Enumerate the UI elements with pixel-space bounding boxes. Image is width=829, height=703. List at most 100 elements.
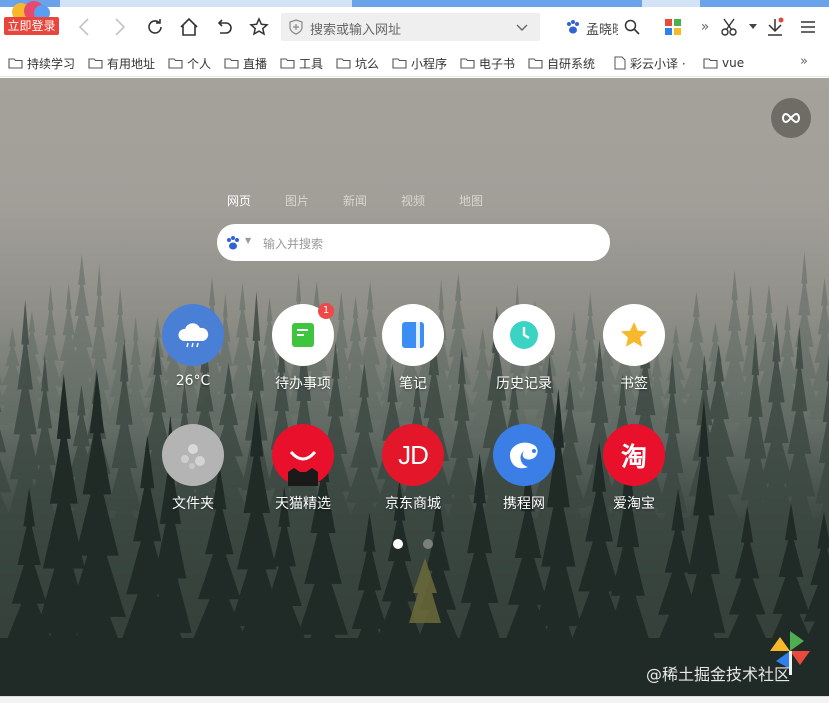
quick-access-tile[interactable]: 1 待办事项: [258, 303, 348, 393]
folder-icon: [528, 57, 547, 69]
chevron-down-icon[interactable]: [516, 21, 528, 36]
jd-logo-text: JD: [398, 439, 429, 470]
search-icon[interactable]: [620, 15, 644, 39]
search-category-tabs: 网页 图片 新闻 视频 地图: [227, 192, 517, 209]
tile-label: 26°C: [175, 373, 211, 389]
search-placeholder: 输入并搜索: [263, 237, 324, 251]
bookmark-label: 持续学习: [27, 56, 76, 71]
star-bookmark-icon[interactable]: [247, 15, 271, 39]
login-button[interactable]: 立即登录: [4, 17, 59, 35]
home-icon[interactable]: [177, 15, 201, 39]
star-icon[interactable]: [603, 304, 665, 366]
address-placeholder: 搜索或输入网址: [310, 23, 402, 38]
infinity-menu-button[interactable]: [771, 98, 811, 138]
bookmark-item[interactable]: 持续学习: [8, 55, 75, 71]
address-bar[interactable]: 搜索或输入网址: [281, 13, 540, 41]
undo-icon[interactable]: [212, 15, 236, 39]
bookmark-label: 工具: [299, 56, 324, 71]
top-accent-strip: [0, 0, 829, 7]
back-icon[interactable]: [72, 15, 96, 39]
clock-icon[interactable]: [493, 304, 555, 366]
search-tab[interactable]: 视频: [401, 192, 459, 209]
page-icon: [614, 56, 630, 70]
taobao-icon[interactable]: 淘: [603, 424, 665, 486]
refresh-icon[interactable]: [143, 15, 167, 39]
folder-icon: [460, 57, 479, 69]
bookmark-item[interactable]: vue: [703, 55, 744, 71]
search-tab[interactable]: 图片: [285, 192, 343, 209]
tile-label: 京东商城: [385, 496, 441, 512]
status-bar: [0, 696, 829, 703]
bookmark-item[interactable]: 电子书: [460, 55, 515, 71]
bookmark-item[interactable]: 自研系统: [528, 55, 595, 71]
notification-badge: 1: [318, 303, 334, 319]
more-extensions-icon[interactable]: »: [693, 15, 717, 39]
quick-access-tile[interactable]: 书签: [589, 304, 679, 393]
tile-label: 历史记录: [496, 376, 552, 392]
weather-cloud-icon[interactable]: [162, 304, 224, 366]
folder-icon: [280, 57, 299, 69]
baidu-paw-icon: [565, 19, 581, 39]
chevron-down-small-icon[interactable]: [741, 15, 765, 39]
bookmark-label: 直播: [243, 56, 268, 71]
accent-segment: [352, 0, 642, 7]
menu-icon[interactable]: [796, 15, 820, 39]
shield-icon: [289, 19, 303, 39]
folder-grey-icon[interactable]: [162, 424, 224, 486]
forward-icon[interactable]: [108, 15, 132, 39]
quick-access-tile[interactable]: 文件夹: [148, 424, 238, 513]
ctrip-icon[interactable]: [493, 424, 555, 486]
tmall-icon[interactable]: [272, 424, 334, 486]
bookmark-item[interactable]: 小程序: [392, 55, 447, 71]
bookmark-item[interactable]: 有用地址: [88, 55, 155, 71]
scissors-icon[interactable]: [718, 15, 742, 39]
quick-access-tile[interactable]: 笔记: [368, 304, 458, 393]
todo-icon[interactable]: 1: [272, 303, 334, 366]
search-tab[interactable]: 新闻: [343, 192, 401, 209]
search-box[interactable]: ▼ 输入并搜索: [217, 224, 610, 261]
bookmark-label: vue: [722, 56, 745, 70]
search-tab[interactable]: 网页: [227, 192, 285, 209]
bookmarks-more-button[interactable]: »: [800, 54, 808, 69]
folder-icon: [224, 57, 243, 69]
quick-access-tile[interactable]: 26°C: [148, 304, 238, 389]
bookmark-item[interactable]: 坑么: [336, 55, 379, 71]
tile-label: 文件夹: [172, 496, 214, 512]
folder-icon: [336, 57, 355, 69]
baidu-paw-icon[interactable]: [225, 235, 241, 255]
engine-dropdown-icon[interactable]: ▼: [245, 236, 251, 245]
apps-grid-icon[interactable]: [661, 15, 685, 39]
bookmark-item[interactable]: 个人: [168, 55, 211, 71]
bookmark-label: 彩云小译 ·: [630, 56, 686, 71]
tile-label: 携程网: [503, 496, 545, 512]
bookmark-label: 坑么: [355, 56, 380, 71]
quick-access-tile[interactable]: JD 京东商城: [368, 424, 458, 513]
tile-label: 笔记: [399, 376, 427, 392]
taobao-logo-text: 淘: [620, 442, 647, 473]
bookmark-item[interactable]: 直播: [224, 55, 267, 71]
page-dot[interactable]: [423, 539, 433, 549]
bookmark-item[interactable]: 彩云小译 ·: [614, 55, 686, 71]
bookmark-item[interactable]: 工具: [280, 55, 323, 71]
search-tab[interactable]: 地图: [459, 192, 517, 209]
jd-icon[interactable]: JD: [382, 424, 444, 486]
folder-icon: [168, 57, 187, 69]
bookmark-label: 电子书: [479, 56, 516, 71]
tile-label: 书签: [620, 376, 648, 392]
note-icon[interactable]: [382, 304, 444, 366]
quick-access-tile[interactable]: 天猫精选: [258, 424, 348, 513]
quick-access-tile[interactable]: 历史记录: [479, 304, 569, 393]
bookmark-label: 有用地址: [107, 56, 156, 71]
page-dot-active[interactable]: [393, 539, 403, 549]
browser-toolbar: 立即登录 搜索或输入网址 孟晓晓 »: [0, 1, 829, 47]
bookmark-label: 小程序: [411, 56, 448, 71]
accent-segment: [700, 0, 829, 7]
folder-icon: [8, 57, 27, 69]
user-name[interactable]: 孟晓晓: [586, 19, 618, 38]
new-tab-page: 网页 图片 新闻 视频 地图 ▼ 输入并搜索 26°C 1 待办事项 笔记 历史记录 书签文件夹 天…: [0, 78, 829, 696]
bookmark-label: 个人: [187, 56, 212, 71]
download-icon[interactable]: [763, 15, 787, 39]
folder-icon: [88, 57, 107, 69]
quick-access-tile[interactable]: 淘爱淘宝: [589, 424, 679, 513]
quick-access-tile[interactable]: 携程网: [479, 424, 569, 513]
